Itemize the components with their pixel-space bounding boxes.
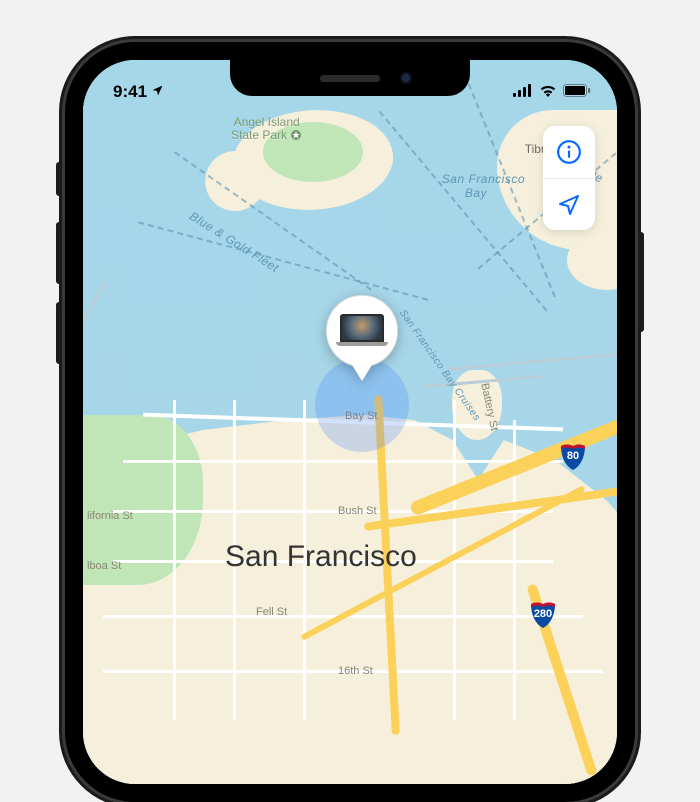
location-arrow-icon xyxy=(151,82,164,102)
label-california-st: lifornia St xyxy=(87,510,133,522)
status-time: 9:41 xyxy=(113,82,147,102)
device-location-pin[interactable] xyxy=(326,295,398,381)
wifi-icon xyxy=(539,82,557,102)
info-icon xyxy=(556,139,582,165)
volume-down-button xyxy=(56,302,62,364)
map-controls xyxy=(543,126,595,230)
map-info-button[interactable] xyxy=(543,126,595,178)
volume-up-button xyxy=(56,222,62,284)
map-locate-button[interactable] xyxy=(543,178,595,230)
navigation-arrow-icon xyxy=(557,193,581,217)
label-angel-island: Angel IslandState Park xyxy=(231,116,302,142)
battery-full-icon xyxy=(563,82,591,102)
label-16th-st: 16th St xyxy=(338,665,373,677)
label-fell-st: Fell St xyxy=(256,606,287,618)
shield-i280: 280 xyxy=(529,600,557,628)
front-camera xyxy=(400,72,412,84)
power-button xyxy=(638,232,644,332)
map-view[interactable]: Angel IslandState Park Tiburon Blue & Go… xyxy=(83,60,617,784)
label-sf-bay: San Francisco Bay xyxy=(442,172,525,200)
speaker xyxy=(320,75,380,82)
label-bush-st: Bush St xyxy=(338,505,377,517)
mute-switch xyxy=(56,162,62,196)
label-balboa-st: lboa St xyxy=(87,560,121,572)
label-san-francisco: San Francisco xyxy=(225,540,417,574)
phone-frame: 9:41 xyxy=(65,42,635,802)
shield-i80: 80 xyxy=(559,442,587,470)
screen: 9:41 xyxy=(83,60,617,784)
macbook-icon xyxy=(336,314,388,348)
cellular-signal-icon xyxy=(513,82,533,102)
notch xyxy=(230,60,470,96)
